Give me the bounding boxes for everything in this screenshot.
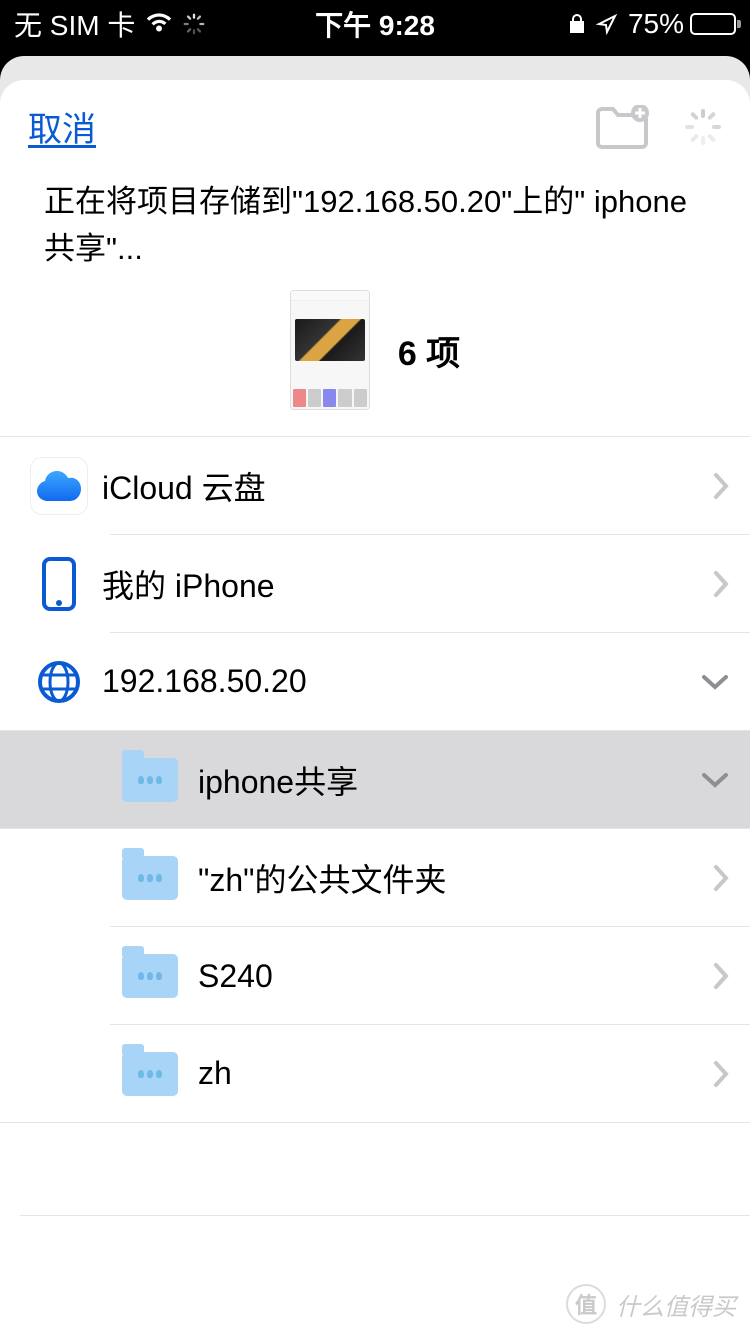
location-zh[interactable]: zh [0, 1025, 750, 1123]
location-label: S240 [190, 958, 712, 995]
globe-icon [36, 659, 82, 705]
sim-status: 无 SIM 卡 [14, 4, 135, 44]
location-label: 我的 iPhone [94, 561, 712, 607]
status-message: 正在将项目存储到"192.168.50.20"上的" iphone共享"... [0, 161, 750, 280]
folder-icon [122, 856, 178, 900]
battery-percent: 75% [628, 8, 684, 40]
clock: 下午 9:28 [315, 4, 435, 44]
status-bar: 无 SIM 卡 下午 9:28 75% [0, 0, 750, 48]
location-label: zh [190, 1055, 712, 1092]
location-iphone-share[interactable]: iphone共享 [0, 731, 750, 829]
wifi-icon [145, 13, 173, 35]
chevron-right-icon [712, 961, 730, 991]
chevron-down-icon [700, 771, 730, 789]
lock-icon [568, 13, 586, 35]
new-folder-icon[interactable] [594, 105, 650, 149]
watermark: 值 什么值得买 [566, 1284, 736, 1324]
folder-icon [122, 1052, 178, 1096]
loading-spinner-icon [684, 108, 722, 146]
watermark-badge: 值 [566, 1284, 606, 1324]
item-count: 6 项 [398, 326, 460, 375]
folder-icon [122, 954, 178, 998]
folder-icon [122, 758, 178, 802]
watermark-text: 什么值得买 [616, 1287, 736, 1322]
loading-small-icon [183, 13, 205, 35]
location-label: 192.168.50.20 [94, 663, 700, 700]
item-summary: 6 项 [0, 280, 750, 436]
location-icon [596, 13, 618, 35]
iphone-icon [41, 557, 77, 611]
chevron-right-icon [712, 569, 730, 599]
location-label: iCloud 云盘 [94, 463, 712, 509]
thumbnail-icon [290, 290, 370, 410]
cancel-button[interactable]: 取消 [28, 102, 96, 151]
chevron-right-icon [712, 471, 730, 501]
icloud-icon [30, 457, 88, 515]
save-sheet: 取消 正在将项目存储到"192.168.50.20"上的" iphone共享".… [0, 80, 750, 1334]
chevron-right-icon [712, 1059, 730, 1089]
chevron-right-icon [712, 863, 730, 893]
chevron-down-icon [700, 673, 730, 691]
location-zh-public[interactable]: "zh"的公共文件夹 [0, 829, 750, 927]
location-s240[interactable]: S240 [0, 927, 750, 1025]
battery-icon [690, 13, 736, 35]
divider [20, 1215, 750, 1216]
location-icloud[interactable]: iCloud 云盘 [0, 437, 750, 535]
location-label: iphone共享 [190, 757, 700, 803]
locations-list: iCloud 云盘 我的 iPhone [0, 436, 750, 1216]
location-label: "zh"的公共文件夹 [190, 855, 712, 901]
location-server[interactable]: 192.168.50.20 [0, 633, 750, 731]
location-myiphone[interactable]: 我的 iPhone [0, 535, 750, 633]
